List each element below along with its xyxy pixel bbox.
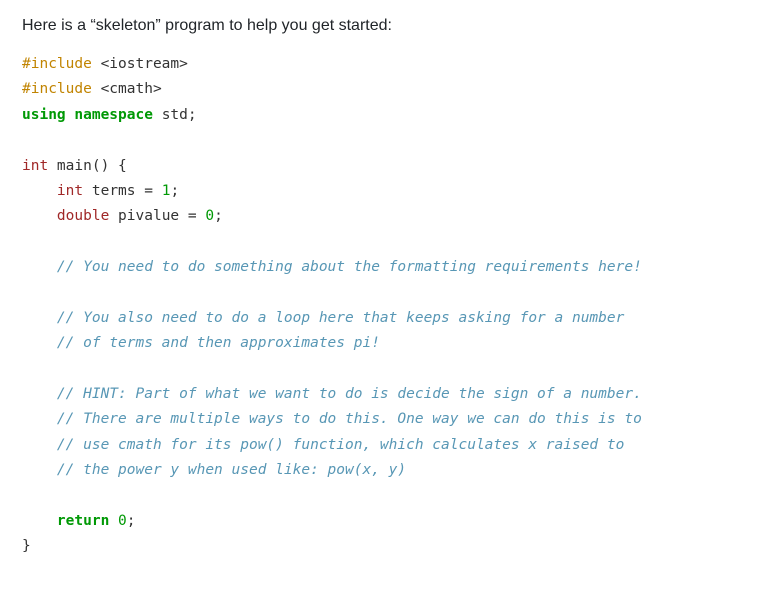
document-body: Here is a “skeleton” program to help you… <box>0 0 768 560</box>
preprocessor: #include <box>22 56 92 72</box>
indent <box>22 437 57 453</box>
code-text: ; <box>127 513 136 529</box>
indent <box>22 310 57 326</box>
type-double: double <box>57 208 109 224</box>
indent <box>22 513 57 529</box>
preprocessor: #include <box>22 81 92 97</box>
indent <box>22 462 57 478</box>
code-text: main() { <box>48 158 127 174</box>
code-block: #include <iostream> #include <cmath> usi… <box>22 52 746 560</box>
keyword-using: using <box>22 107 66 123</box>
code-text <box>109 513 118 529</box>
comment: // of terms and then approximates pi! <box>57 335 380 351</box>
comment: // HINT: Part of what we want to do is d… <box>57 386 642 402</box>
comment: // the power y when used like: pow(x, y) <box>57 462 406 478</box>
indent <box>22 183 57 199</box>
number-literal: 0 <box>205 208 214 224</box>
comment: // use cmath for its pow() function, whi… <box>57 437 624 453</box>
intro-text: Here is a “skeleton” program to help you… <box>22 14 746 38</box>
indent <box>22 259 57 275</box>
code-text: ; <box>170 183 179 199</box>
code-text: } <box>22 538 31 554</box>
code-text: <iostream> <box>92 56 188 72</box>
code-text: terms = <box>83 183 162 199</box>
indent <box>22 386 57 402</box>
type-int: int <box>57 183 83 199</box>
comment: // There are multiple ways to do this. O… <box>57 411 642 427</box>
code-text: <cmath> <box>92 81 162 97</box>
keyword-return: return <box>57 513 109 529</box>
keyword-namespace: namespace <box>74 107 153 123</box>
comment: // You need to do something about the fo… <box>57 259 642 275</box>
code-text: ; <box>214 208 223 224</box>
number-literal: 0 <box>118 513 127 529</box>
comment: // You also need to do a loop here that … <box>57 310 624 326</box>
code-text: std; <box>153 107 197 123</box>
code-text: pivalue = <box>109 208 205 224</box>
type-int: int <box>22 158 48 174</box>
indent <box>22 335 57 351</box>
indent <box>22 411 57 427</box>
indent <box>22 208 57 224</box>
